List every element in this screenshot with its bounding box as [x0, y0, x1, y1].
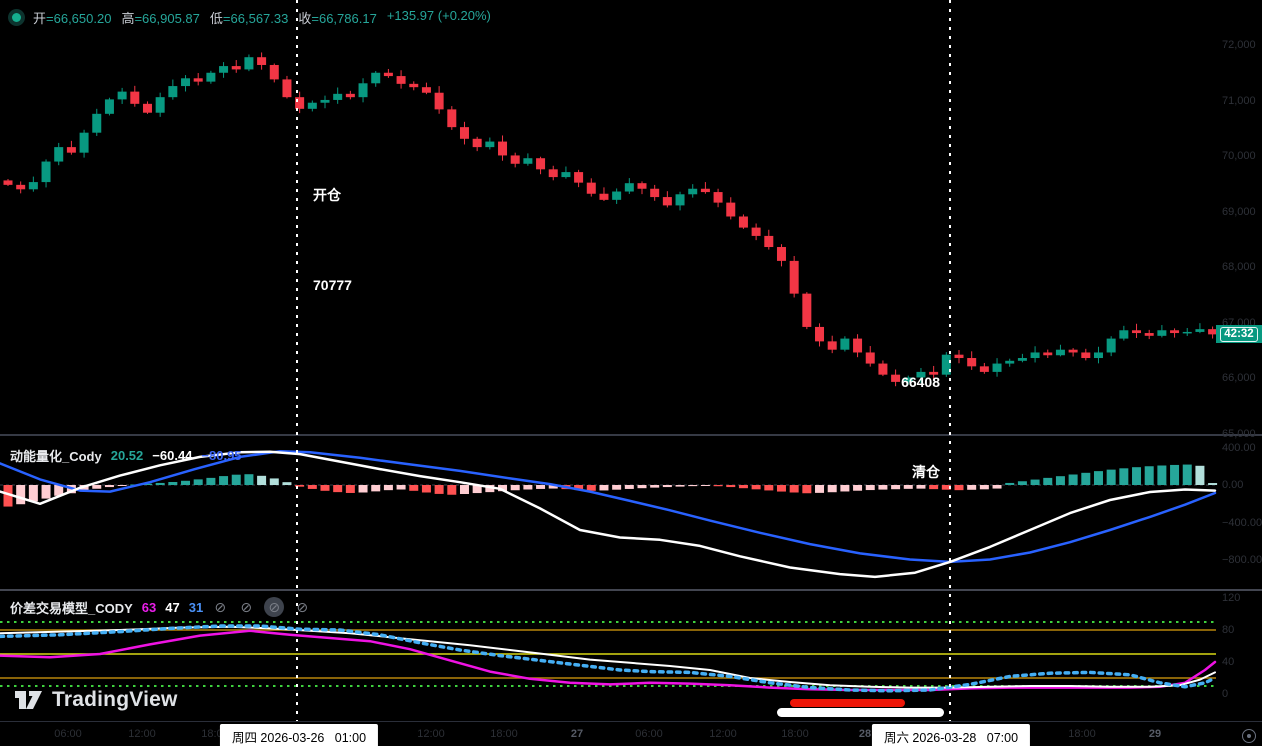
entry-annotation-price: 70777 [313, 270, 352, 300]
indicator-axis-tick: 0 [1222, 688, 1228, 700]
price-axis-tick: 69,000 [1222, 206, 1256, 218]
marker-time-tooltip: 周六 2026-03-28 07:00 [872, 724, 1030, 746]
indicator-value: −80.95 [201, 448, 241, 463]
momentum-indicator-title[interactable]: 动能量化_Cody [10, 446, 102, 465]
no-signal-icon[interactable]: ⊘ [212, 599, 228, 616]
price-axis-tick: 70,000 [1222, 150, 1256, 162]
indicator-value: 20.52 [111, 448, 144, 463]
indicator-value: −60.44 [152, 448, 192, 463]
time-axis-label: 12:00 [709, 728, 737, 740]
spread-indicator-title[interactable]: 价差交易模型_CODY [10, 598, 133, 617]
tradingview-logo[interactable]: TradingView [14, 688, 178, 712]
no-signal-icon[interactable]: ⊘ [264, 597, 284, 617]
price-axis-tick: 65,000 [1222, 428, 1256, 440]
time-axis-label: 06:00 [635, 728, 663, 740]
time-axis[interactable]: 06:00 12:00 18:00 12:00 18:00 27 06:00 12:00 18:… [0, 721, 1262, 746]
exit-annotation: 66408 清仓 [840, 307, 940, 547]
ohlc-item: 开=66,650.20 [33, 8, 111, 27]
price-axis-tick: 71,000 [1222, 95, 1256, 107]
time-axis-label: 28 [859, 728, 871, 740]
price-axis-tick: 68,000 [1222, 261, 1256, 273]
time-axis-label: 18:00 [490, 728, 518, 740]
tradingview-chart-window: 开=66,650.20 高=66,905.87 低=66,567.33 收=66,78… [0, 0, 1262, 746]
tradingview-logo-text: TradingView [52, 688, 178, 712]
entry-annotation-label: 开仓 [313, 180, 352, 210]
time-axis-label: 06:00 [54, 728, 82, 740]
ohlc-values: 开=66,650.20 高=66,905.87 低=66,567.33 收=66,78… [33, 8, 491, 27]
indicator-value: 31 [189, 600, 203, 615]
indicator-axis-tick: 0.00 [1222, 479, 1243, 491]
momentum-indicator-values: 20.52 −60.44 −80.95 [111, 448, 242, 463]
ohlc-item: 收=66,786.17 [298, 8, 376, 27]
chart-canvas[interactable] [0, 0, 1262, 746]
ohlc-item: 低=66,567.33 [210, 8, 288, 27]
indicator-value: 47 [165, 600, 179, 615]
entry-annotation: 开仓 70777 [313, 120, 352, 360]
indicator-axis-tick: 80 [1222, 624, 1234, 636]
time-axis-label: 12:00 [128, 728, 156, 740]
time-axis-label: 18:00 [781, 728, 809, 740]
time-axis-label: 12:00 [417, 728, 445, 740]
no-signal-icon[interactable]: ⊘ [294, 599, 310, 616]
indicator-value: 63 [142, 600, 156, 615]
indicator-axis-tick: 400.00 [1222, 442, 1256, 454]
spread-indicator-icons: ⊘ ⊘ ⊘ ⊘ [212, 597, 310, 617]
indicator-axis-tick: −800.00 [1222, 554, 1262, 566]
momentum-pane-header: 动能量化_Cody 20.52 −60.44 −80.95 [10, 446, 242, 465]
indicator-axis-tick: −400.00 [1222, 517, 1262, 529]
price-axis[interactable]: 72,00071,00070,00069,00068,00067,00066,0… [1216, 0, 1262, 721]
exit-annotation-label: 清仓 [840, 457, 940, 487]
last-price-countdown-tag: 42:32 [1216, 325, 1262, 343]
series-marker-icon[interactable] [8, 9, 25, 26]
no-signal-icon[interactable]: ⊘ [238, 599, 254, 616]
indicator-axis-tick: 40 [1222, 656, 1234, 668]
marker-time-tooltip: 周四 2026-03-26 01:00 [220, 724, 378, 746]
price-axis-tick: 66,000 [1222, 372, 1256, 384]
time-axis-label: 18:00 [1068, 728, 1096, 740]
price-axis-tick: 72,000 [1222, 39, 1256, 51]
time-axis-label: 29 [1149, 728, 1161, 740]
tradingview-logo-icon [14, 688, 44, 712]
time-axis-label: 27 [571, 728, 583, 740]
timezone-clock-icon[interactable] [1242, 729, 1256, 743]
exit-annotation-price: 66408 [840, 367, 940, 397]
bar-countdown: 42:32 [1220, 327, 1257, 342]
ohlc-legend: 开=66,650.20 高=66,905.87 低=66,567.33 收=66,78… [8, 7, 491, 27]
indicator-axis-tick: 120 [1222, 592, 1240, 604]
ohlc-item: 高=66,905.87 [121, 8, 199, 27]
spread-indicator-values: 63 47 31 [142, 600, 203, 615]
price-change: +135.97 (+0.20%) [387, 8, 491, 27]
spread-pane-header: 价差交易模型_CODY 63 47 31 ⊘ ⊘ ⊘ ⊘ [10, 597, 310, 617]
